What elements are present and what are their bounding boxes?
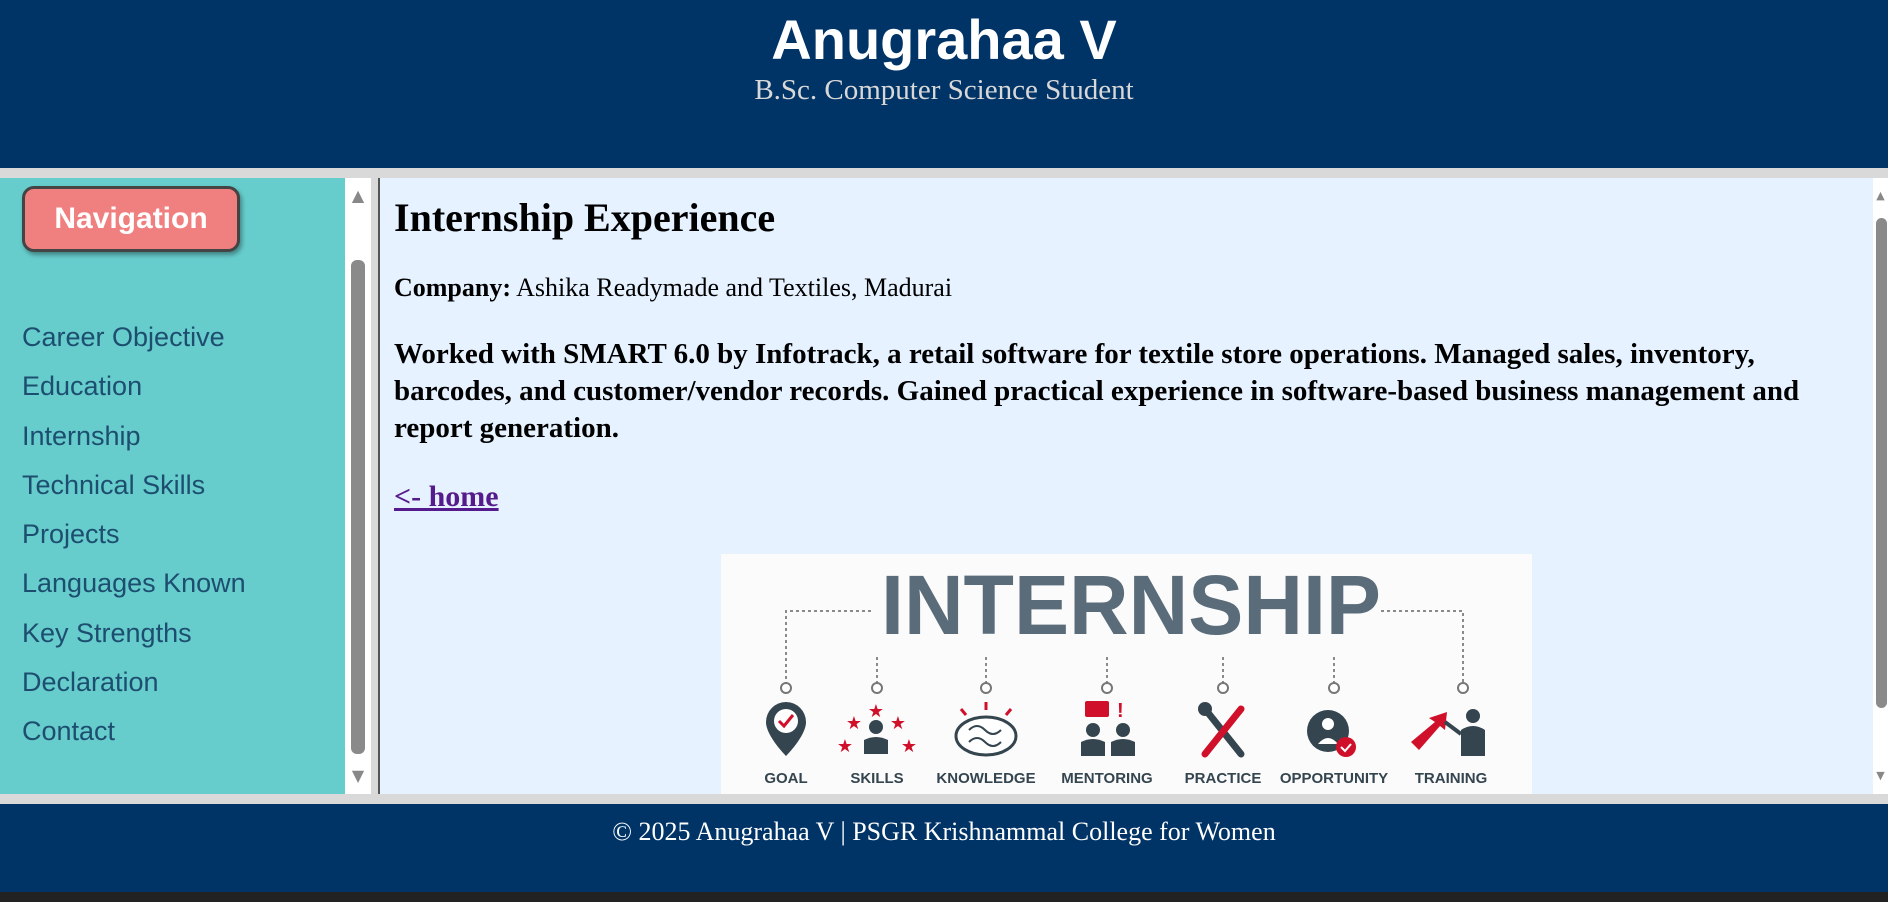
nav-list: Career Objective Education Internship Te… [22,320,246,764]
scroll-down-arrow-icon[interactable]: ▼ [1873,766,1888,786]
scroll-up-arrow-icon[interactable]: ▲ [345,186,371,206]
main-scroll-thumb[interactable] [1876,218,1887,708]
opportunity-icon [1307,710,1356,757]
nav-link-education[interactable]: Education [22,371,142,401]
graphic-label-goal: GOAL [764,770,807,787]
site-title: Anugrahaa V [771,8,1117,71]
graphic-label-mentoring: MENTORING [1061,770,1152,787]
goal-icon [766,702,806,756]
sidebar-item-languages-known: Languages Known [22,566,246,615]
sidebar-item-declaration: Declaration [22,665,246,714]
nav-link-contact[interactable]: Contact [22,716,115,746]
company-value: Ashika Readymade and Textiles, Madurai [516,273,953,302]
home-link[interactable]: <- home [394,478,499,516]
graphic-label-knowledge: KNOWLEDGE [936,770,1035,787]
graphic-title: INTERNSHIP [881,558,1381,652]
scroll-down-arrow-icon[interactable]: ▼ [345,766,371,786]
page-heading: Internship Experience [394,195,776,240]
main-frame: Internship Experience Company: Ashika Re… [380,178,1873,794]
internship-description: Worked with SMART 6.0 by Infotrack, a re… [394,338,1800,444]
nav-link-key-strengths[interactable]: Key Strengths [22,618,192,648]
internship-image: INTERNSHIP ★ ★ ★ ★ ★ ! GOAL SKILLS KNOWL… [721,554,1532,794]
graphic-label-practice: PRACTICE [1185,770,1262,787]
graphic-label-opportunity: OPPORTUNITY [1280,770,1388,787]
nav-link-projects[interactable]: Projects [22,519,120,549]
svg-text:★: ★ [846,713,862,734]
knowledge-brain-icon [954,702,1018,757]
training-icon [1411,709,1485,756]
sidebar-item-career-objective: Career Objective [22,320,246,369]
sidebar-frame: Navigation Career Objective Education In… [0,178,345,794]
nav-link-declaration[interactable]: Declaration [22,667,159,697]
nav-link-career-objective[interactable]: Career Objective [22,322,225,352]
graphic-label-training: TRAINING [1415,770,1488,787]
sidebar-item-projects: Projects [22,517,246,566]
svg-text:★: ★ [890,713,906,734]
nav-link-languages-known[interactable]: Languages Known [22,568,246,598]
mentoring-icon: ! [1081,700,1135,756]
svg-text:!: ! [1117,700,1124,722]
company-line: Company: Ashika Readymade and Textiles, … [394,272,952,304]
navigation-button[interactable]: Navigation [22,186,240,252]
nav-link-technical-skills[interactable]: Technical Skills [22,470,205,500]
nav-link-internship[interactable]: Internship [22,421,141,451]
sidebar-item-technical-skills: Technical Skills [22,468,246,517]
window-bottom-strip [0,892,1888,902]
sidebar-item-internship: Internship [22,419,246,468]
main-scrollbar[interactable]: ▲ ▼ [1873,178,1888,794]
sidebar-item-education: Education [22,369,246,418]
sidebar-scrollbar[interactable]: ▲ ▼ [345,178,371,794]
svg-text:★: ★ [837,736,853,757]
footer-text: © 2025 Anugrahaa V | PSGR Krishnammal Co… [612,817,1276,846]
frame-separator-bottom [0,794,1888,804]
sidebar-item-contact: Contact [22,714,246,763]
svg-text:★: ★ [901,736,917,757]
internship-graphic: INTERNSHIP ★ ★ ★ ★ ★ ! GOAL SKILLS KNOWL… [764,558,1488,787]
practice-tools-icon [1198,702,1245,758]
scroll-up-arrow-icon[interactable]: ▲ [1873,186,1888,206]
frame-separator-top [0,168,1888,178]
company-label: Company: [394,273,512,302]
sidebar-item-key-strengths: Key Strengths [22,616,246,665]
site-header: Anugrahaa V B.Sc. Computer Science Stude… [0,0,1888,168]
frame-divider[interactable] [371,178,380,794]
site-footer: © 2025 Anugrahaa V | PSGR Krishnammal Co… [0,804,1888,892]
site-subtitle: B.Sc. Computer Science Student [754,74,1134,106]
graphic-nodes [780,682,1469,694]
graphic-label-skills: SKILLS [850,770,903,787]
skills-icon: ★ ★ ★ ★ ★ [837,701,917,757]
sidebar-scroll-thumb[interactable] [351,260,365,754]
svg-text:★: ★ [868,701,884,722]
